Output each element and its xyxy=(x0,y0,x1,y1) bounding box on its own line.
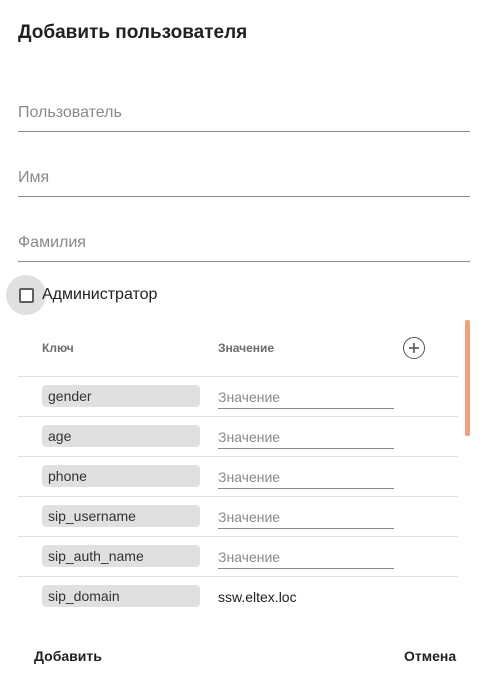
attribute-value-field xyxy=(218,507,394,529)
attribute-value-field xyxy=(218,387,394,409)
attributes-table-header: Ключ Значение xyxy=(18,320,458,377)
attribute-value-input[interactable] xyxy=(218,507,394,527)
attributes-table: Ключ Значение gender age phone xyxy=(18,320,470,610)
attribute-row: age xyxy=(18,417,458,457)
dialog-actions: Добавить Отмена xyxy=(0,646,489,672)
last-name-field xyxy=(18,228,470,262)
attribute-key: sip_username xyxy=(42,505,200,527)
attribute-value-field xyxy=(218,427,394,449)
attribute-value-input[interactable] xyxy=(218,547,394,567)
attribute-key: phone xyxy=(42,465,200,487)
table-scrollbar-thumb[interactable] xyxy=(465,320,470,436)
admin-checkbox-label[interactable]: Администратор xyxy=(42,286,157,304)
attribute-row: phone xyxy=(18,457,458,497)
attribute-value-field xyxy=(218,547,394,569)
attribute-row: sip_domain ssw.eltex.loc xyxy=(18,577,458,610)
admin-checkbox-row[interactable]: Администратор xyxy=(6,275,157,315)
attribute-key: sip_domain xyxy=(42,585,200,607)
first-name-field xyxy=(18,163,470,197)
dialog-title: Добавить пользователя xyxy=(18,22,248,43)
attribute-value[interactable]: ssw.eltex.loc xyxy=(218,589,297,605)
attribute-key: gender xyxy=(42,385,200,407)
admin-checkbox[interactable] xyxy=(6,275,46,315)
attribute-value-input[interactable] xyxy=(218,467,394,487)
attribute-key: sip_auth_name xyxy=(42,545,200,567)
first-name-input[interactable] xyxy=(18,163,470,193)
plus-circle-icon xyxy=(409,343,419,353)
attribute-value-input[interactable] xyxy=(218,387,394,407)
add-button[interactable]: Добавить xyxy=(34,648,102,664)
attribute-row: sip_username xyxy=(18,497,458,537)
attribute-value-input[interactable] xyxy=(218,427,394,447)
checkbox-unchecked-icon xyxy=(18,287,34,303)
cancel-button[interactable]: Отмена xyxy=(404,648,456,664)
last-name-input[interactable] xyxy=(18,228,470,258)
key-column-header: Ключ xyxy=(42,341,74,355)
username-field xyxy=(18,98,470,132)
username-input[interactable] xyxy=(18,98,470,128)
attribute-key: age xyxy=(42,425,200,447)
attribute-value-field xyxy=(218,467,394,489)
add-user-dialog: Добавить пользователя Администратор Ключ… xyxy=(0,0,489,684)
add-attribute-button[interactable] xyxy=(403,337,425,359)
value-column-header: Значение xyxy=(218,341,275,355)
attribute-row: sip_auth_name xyxy=(18,537,458,577)
attribute-row: gender xyxy=(18,377,458,417)
